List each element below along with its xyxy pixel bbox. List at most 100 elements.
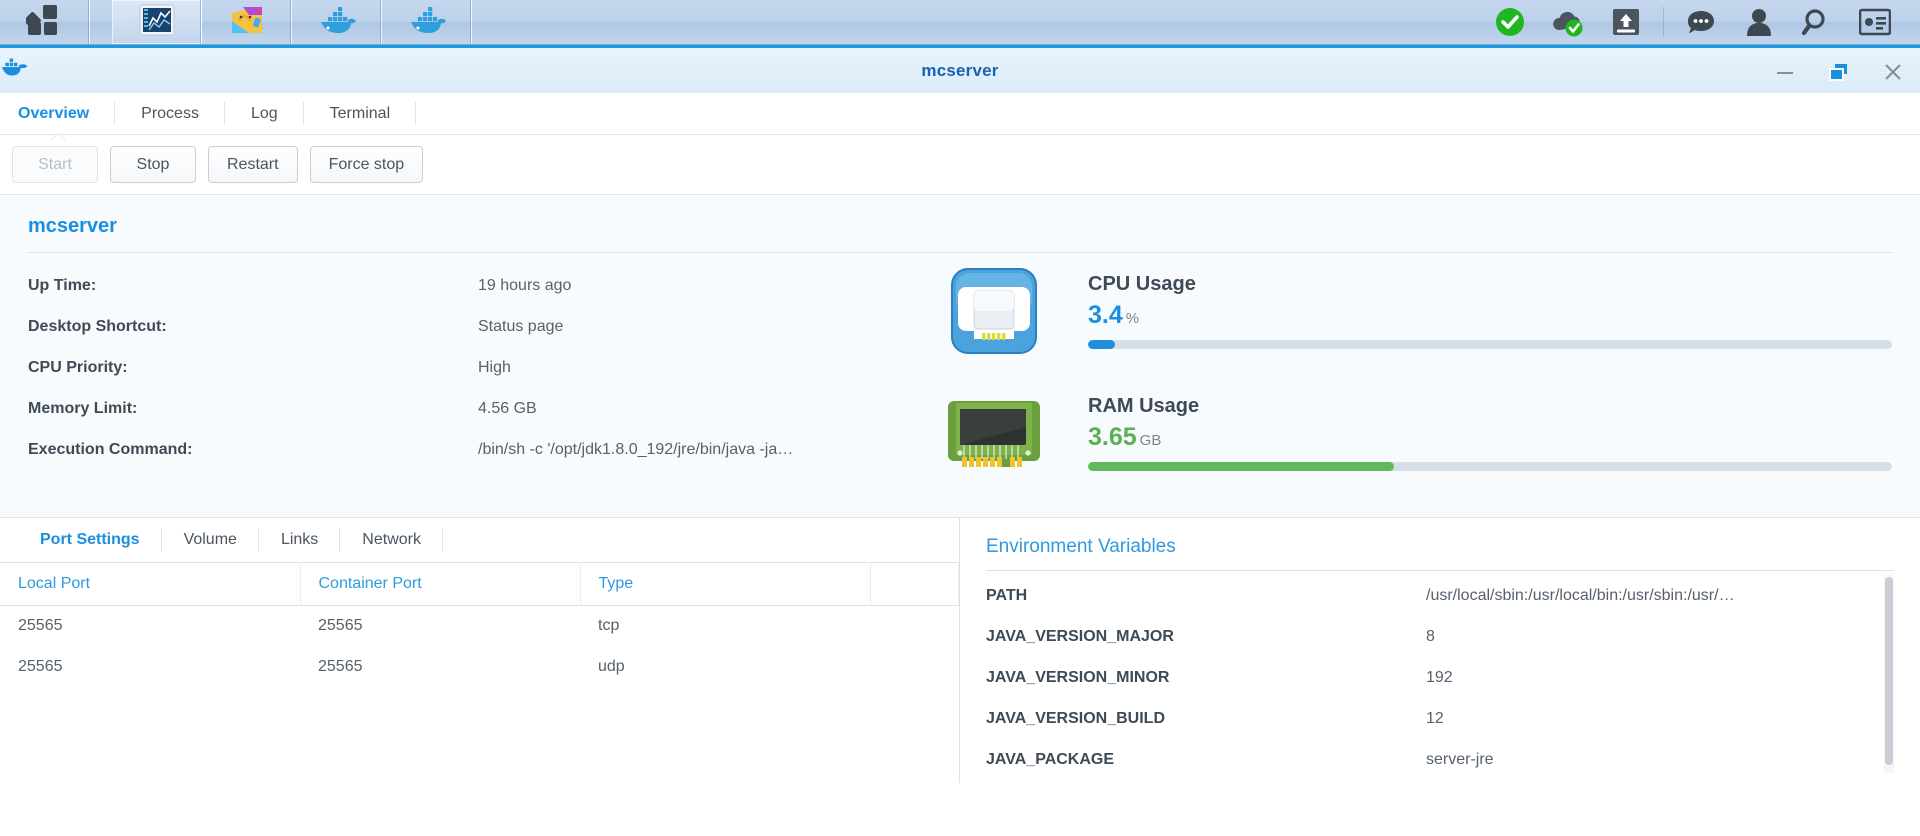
info-row-uptime: Up Time: 19 hours ago [28, 265, 928, 306]
resource-gauges: CPU Usage 3.4% RAM Usage 3.65 GB [928, 265, 1892, 509]
env-scroll-area: PATH /usr/local/sbin:/usr/local/bin:/usr… [986, 575, 1894, 773]
cell-local-port: 25565 [18, 617, 63, 635]
info-row-memory-limit: Memory Limit: 4.56 GB [28, 388, 928, 429]
taskbar-resource-monitor-button[interactable] [112, 0, 202, 44]
subtab-volume-label: Volume [183, 531, 237, 548]
cpu-usage-bar-track [1088, 339, 1892, 349]
cpu-usage-gauge: CPU Usage 3.4% [948, 265, 1892, 357]
env-row-java-version-build[interactable]: JAVA_VERSION_BUILD 12 [986, 698, 1894, 739]
force-stop-button[interactable]: Force stop [309, 146, 424, 183]
table-row[interactable]: 25565 25565 tcp [0, 606, 959, 647]
subtab-links[interactable]: Links [259, 518, 341, 562]
env-scrollbar-thumb[interactable] [1885, 577, 1893, 765]
stop-button[interactable]: Stop [110, 146, 196, 183]
taskbar-search-icon[interactable] [1788, 0, 1846, 44]
column-header-local-port[interactable]: Local Port [0, 562, 301, 606]
environment-variables-title: Environment Variables [986, 536, 1176, 557]
tab-log[interactable]: Log [225, 93, 304, 134]
memory-limit-label: Memory Limit: [28, 399, 138, 417]
active-tab-caret [49, 134, 66, 141]
subtab-network[interactable]: Network [340, 518, 443, 562]
port-settings-table: Local Port Container Port Type 25565 255… [0, 562, 959, 688]
env-key-path: PATH [986, 586, 1028, 604]
shopping-bag-icon [229, 3, 265, 42]
container-action-toolbar: Start Stop Restart Force stop [0, 135, 1920, 195]
docker-whale-icon [407, 6, 447, 39]
window-title: mcserver [921, 60, 999, 80]
env-value-java-version-minor: 192 [1426, 668, 1453, 686]
ram-usage-bar-track [1088, 461, 1892, 471]
ram-usage-value: 3.65 [1088, 423, 1137, 451]
env-row-java-package[interactable]: JAVA_PACKAGE server-jre [986, 739, 1894, 773]
env-title-divider [986, 570, 1894, 571]
bottom-split-panels: Port Settings Volume Links Network Local… [0, 517, 1920, 783]
desktop-shortcut-value: Status page [478, 317, 564, 335]
restore-icon[interactable] [1826, 59, 1852, 85]
taskbar-notifications-icon[interactable] [1672, 0, 1730, 44]
close-icon[interactable] [1880, 59, 1906, 85]
tab-terminal[interactable]: Terminal [304, 93, 417, 134]
ram-usage-gauge: RAM Usage 3.65 GB [948, 387, 1892, 479]
subtab-port-settings[interactable]: Port Settings [18, 518, 162, 562]
taskbar-docker-button-2[interactable] [382, 0, 472, 44]
taskbar-widgets-icon[interactable] [1846, 0, 1904, 44]
window-controls [1772, 48, 1906, 96]
env-value-java-version-major: 8 [1426, 627, 1435, 645]
env-row-java-version-minor[interactable]: JAVA_VERSION_MINOR 192 [986, 657, 1894, 698]
taskbar-docker-button-1[interactable] [292, 0, 382, 44]
env-scrollbar-track[interactable] [1884, 575, 1894, 773]
docker-whale-icon [317, 6, 357, 39]
env-value-java-package: server-jre [1426, 750, 1494, 768]
cell-local-port: 25565 [18, 658, 63, 675]
taskbar-right-group [1481, 0, 1920, 44]
tab-log-label: Log [250, 104, 278, 122]
cpu-priority-label: CPU Priority: [28, 358, 128, 376]
taskbar-cloud-check-icon[interactable] [1539, 0, 1597, 44]
execution-command-label: Execution Command: [28, 440, 193, 458]
env-key-java-version-build: JAVA_VERSION_BUILD [986, 709, 1165, 727]
tab-overview[interactable]: Overview [0, 93, 116, 141]
column-header-container-port[interactable]: Container Port [300, 562, 581, 606]
cell-container-port: 25565 [318, 658, 363, 675]
port-settings-panel: Port Settings Volume Links Network Local… [0, 518, 960, 783]
start-button[interactable]: Start [12, 146, 98, 183]
table-row[interactable]: 25565 25565 udp [0, 647, 959, 688]
taskbar-upload-drive-icon[interactable] [1597, 0, 1655, 44]
info-row-execution-command: Execution Command: /bin/sh -c '/opt/jdk1… [28, 429, 928, 470]
restart-button[interactable]: Restart [208, 146, 298, 183]
taskbar-left-group [0, 0, 472, 44]
taskbar-main-menu-button[interactable] [0, 0, 90, 44]
tab-process[interactable]: Process [115, 93, 225, 134]
env-row-path[interactable]: PATH /usr/local/sbin:/usr/local/bin:/usr… [986, 575, 1894, 616]
env-row-java-version-major[interactable]: JAVA_VERSION_MAJOR 8 [986, 616, 1894, 657]
cell-spacer [870, 606, 959, 647]
cell-type: tcp [598, 617, 620, 635]
grid-apps-icon [24, 3, 64, 42]
column-header-type[interactable]: Type [580, 562, 871, 606]
uptime-value: 19 hours ago [478, 276, 572, 294]
cpu-priority-value: High [478, 358, 511, 376]
subtab-volume[interactable]: Volume [162, 518, 260, 562]
subtab-port-settings-label: Port Settings [40, 531, 140, 548]
cpu-chip-icon [948, 265, 1040, 357]
docker-container-window: mcserver Overview Process Log Terminal S… [0, 45, 1920, 836]
info-row-desktop-shortcut: Desktop Shortcut: Status page [28, 306, 928, 347]
env-value-java-version-build: 12 [1426, 709, 1444, 727]
minimize-icon[interactable] [1772, 59, 1798, 85]
column-header-spacer [870, 562, 959, 606]
ram-usage-title: RAM Usage [1088, 395, 1200, 417]
env-key-java-version-major: JAVA_VERSION_MAJOR [986, 627, 1174, 645]
ram-stick-icon [948, 387, 1040, 479]
table-header-row: Local Port Container Port Type [0, 562, 959, 606]
execution-command-value: /bin/sh -c '/opt/jdk1.8.0_192/jre/bin/ja… [478, 440, 794, 458]
cpu-usage-bar-fill [1088, 339, 1116, 349]
cpu-usage-value: 3.4 [1088, 301, 1123, 329]
taskbar-status-ok-icon[interactable] [1481, 0, 1539, 44]
tab-overview-label: Overview [18, 104, 90, 122]
taskbar-user-account-icon[interactable] [1730, 0, 1788, 44]
taskbar-divider [90, 0, 112, 44]
container-info-table: Up Time: 19 hours ago Desktop Shortcut: … [28, 265, 928, 509]
info-row-cpu-priority: CPU Priority: High [28, 347, 928, 388]
taskbar-package-center-button[interactable] [202, 0, 292, 44]
ram-usage-unit: GB [1139, 432, 1162, 449]
